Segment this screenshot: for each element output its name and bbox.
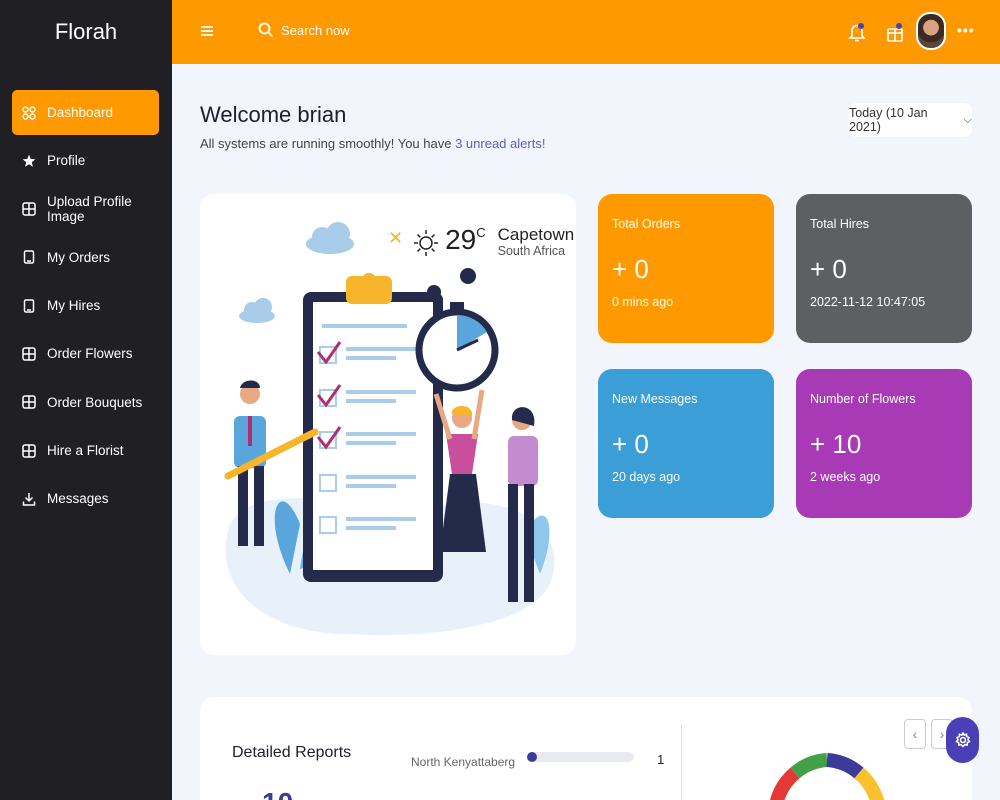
reports-title: Detailed Reports — [232, 744, 352, 761]
page-title: Welcome brian — [200, 102, 347, 127]
report-location-progress — [527, 752, 634, 762]
stat-value: + 0 — [612, 254, 649, 284]
gift-icon[interactable] — [886, 22, 904, 42]
stat-label: Number of Flowers — [810, 392, 916, 406]
search-input[interactable]: Search now — [281, 23, 350, 38]
weather-location: Capetown South Africa — [497, 225, 575, 258]
phone-icon — [22, 250, 36, 265]
sidebar-item-my-orders[interactable]: My Orders — [12, 235, 159, 280]
stat-timestamp: 2 weeks ago — [810, 470, 881, 484]
progress-fill — [527, 752, 537, 762]
report-location-name: North Kenyattaberg — [411, 755, 516, 769]
avatar[interactable] — [916, 12, 946, 50]
sidebar-item-profile[interactable]: Profile — [12, 138, 159, 183]
date-filter-value: Today (10 Jan 2021) — [849, 106, 928, 134]
sidebar-item-order-flowers[interactable]: Order Flowers — [12, 331, 159, 376]
sparkle-icon: ✕ — [388, 228, 404, 248]
sidebar-item-upload-profile-image[interactable]: Upload Profile Image — [12, 187, 159, 232]
settings-button[interactable] — [946, 717, 979, 763]
checklist-illustration — [224, 222, 555, 635]
weather-widget: ✕ 29C Capetown South Africa — [388, 225, 575, 260]
sidebar-item-label: Order Flowers — [47, 346, 133, 362]
sidebar-item-my-hires[interactable]: My Hires — [12, 283, 159, 328]
stat-timestamp: 0 mins ago — [612, 295, 674, 309]
chevron-right-icon: › — [939, 726, 945, 742]
stat-timestamp: 2022-11-12 10:47:05 — [810, 295, 926, 309]
brand-logo[interactable]: Florah — [0, 0, 172, 64]
temperature-unit: C — [476, 225, 486, 240]
weather-city: Capetown — [497, 225, 575, 244]
reports-total: 10 — [262, 787, 293, 800]
menu-icon[interactable] — [200, 24, 214, 38]
sidebar: Florah Dashboard Profile Upload Profile … — [0, 0, 172, 800]
stat-card-total-hires[interactable]: Total Hires + 0 2022-11-12 10:47:05 — [796, 194, 972, 343]
stat-value: + 0 — [810, 254, 847, 284]
sidebar-item-label: My Orders — [47, 249, 111, 265]
sidebar-item-label: Profile — [47, 153, 86, 169]
stat-timestamp: 20 days ago — [612, 470, 681, 484]
sidebar-item-label: Upload Profile Image — [47, 194, 132, 225]
download-icon — [22, 492, 36, 506]
sidebar-nav: Dashboard Profile Upload Profile Image M… — [12, 90, 159, 525]
sidebar-item-label: Order Bouquets — [47, 394, 143, 410]
date-filter-select[interactable]: Today (10 Jan 2021) ⌵ — [849, 103, 972, 137]
stat-card-number-of-flowers[interactable]: Number of Flowers + 10 2 weeks ago — [796, 369, 972, 518]
sidebar-item-label: Hire a Florist — [47, 443, 124, 459]
grid-icon — [22, 347, 36, 361]
sun-icon — [414, 230, 439, 256]
detailed-reports-card: Detailed Reports 10 North Kenyattaberg 1… — [200, 697, 972, 800]
search-box[interactable]: Search now — [258, 22, 350, 38]
temperature-value: 29 — [445, 224, 477, 255]
donut-chart — [770, 753, 884, 800]
top-bar: Search now ••• — [172, 0, 1000, 64]
report-location-count: 1 — [657, 752, 665, 767]
gear-icon — [954, 732, 971, 748]
chevron-down-icon: ⌵ — [963, 113, 972, 126]
carousel-prev-button[interactable]: ‹ — [904, 719, 926, 749]
stat-label: Total Orders — [612, 217, 681, 231]
sidebar-item-label: Messages — [47, 491, 109, 507]
unread-alerts-link[interactable]: 3 unread alerts! — [455, 136, 545, 151]
welcome-subtitle-text: All systems are running smoothly! You ha… — [200, 136, 456, 151]
sidebar-item-label: Dashboard — [47, 105, 114, 120]
phone-icon — [22, 298, 36, 313]
sidebar-item-order-bouquets[interactable]: Order Bouquets — [12, 380, 159, 425]
welcome-subtitle: All systems are running smoothly! You ha… — [200, 136, 545, 151]
weather-country: South Africa — [497, 243, 566, 258]
chevron-left-icon: ‹ — [912, 726, 918, 742]
stat-label: Total Hires — [810, 217, 870, 231]
stat-card-new-messages[interactable]: New Messages + 0 20 days ago — [598, 369, 774, 518]
stat-value: + 10 — [810, 429, 862, 459]
more-menu-icon[interactable]: ••• — [957, 22, 975, 38]
stat-value: + 0 — [612, 429, 649, 459]
sidebar-item-dashboard[interactable]: Dashboard — [12, 90, 159, 135]
grid-icon — [22, 395, 36, 410]
bell-icon[interactable] — [848, 22, 866, 42]
search-icon — [258, 22, 274, 38]
stat-card-total-orders[interactable]: Total Orders + 0 0 mins ago — [598, 194, 774, 343]
grid-icon — [22, 202, 36, 216]
star-icon — [22, 154, 36, 168]
dashboard-icon — [22, 105, 36, 120]
welcome-illustration-card — [200, 194, 576, 655]
divider — [681, 725, 682, 800]
stat-label: New Messages — [612, 392, 698, 406]
sidebar-item-hire-a-florist[interactable]: Hire a Florist — [12, 428, 159, 473]
weather-temperature: 29C — [445, 226, 486, 254]
sidebar-item-messages[interactable]: Messages — [12, 476, 159, 521]
sidebar-item-label: My Hires — [47, 298, 101, 314]
grid-icon — [22, 443, 36, 458]
